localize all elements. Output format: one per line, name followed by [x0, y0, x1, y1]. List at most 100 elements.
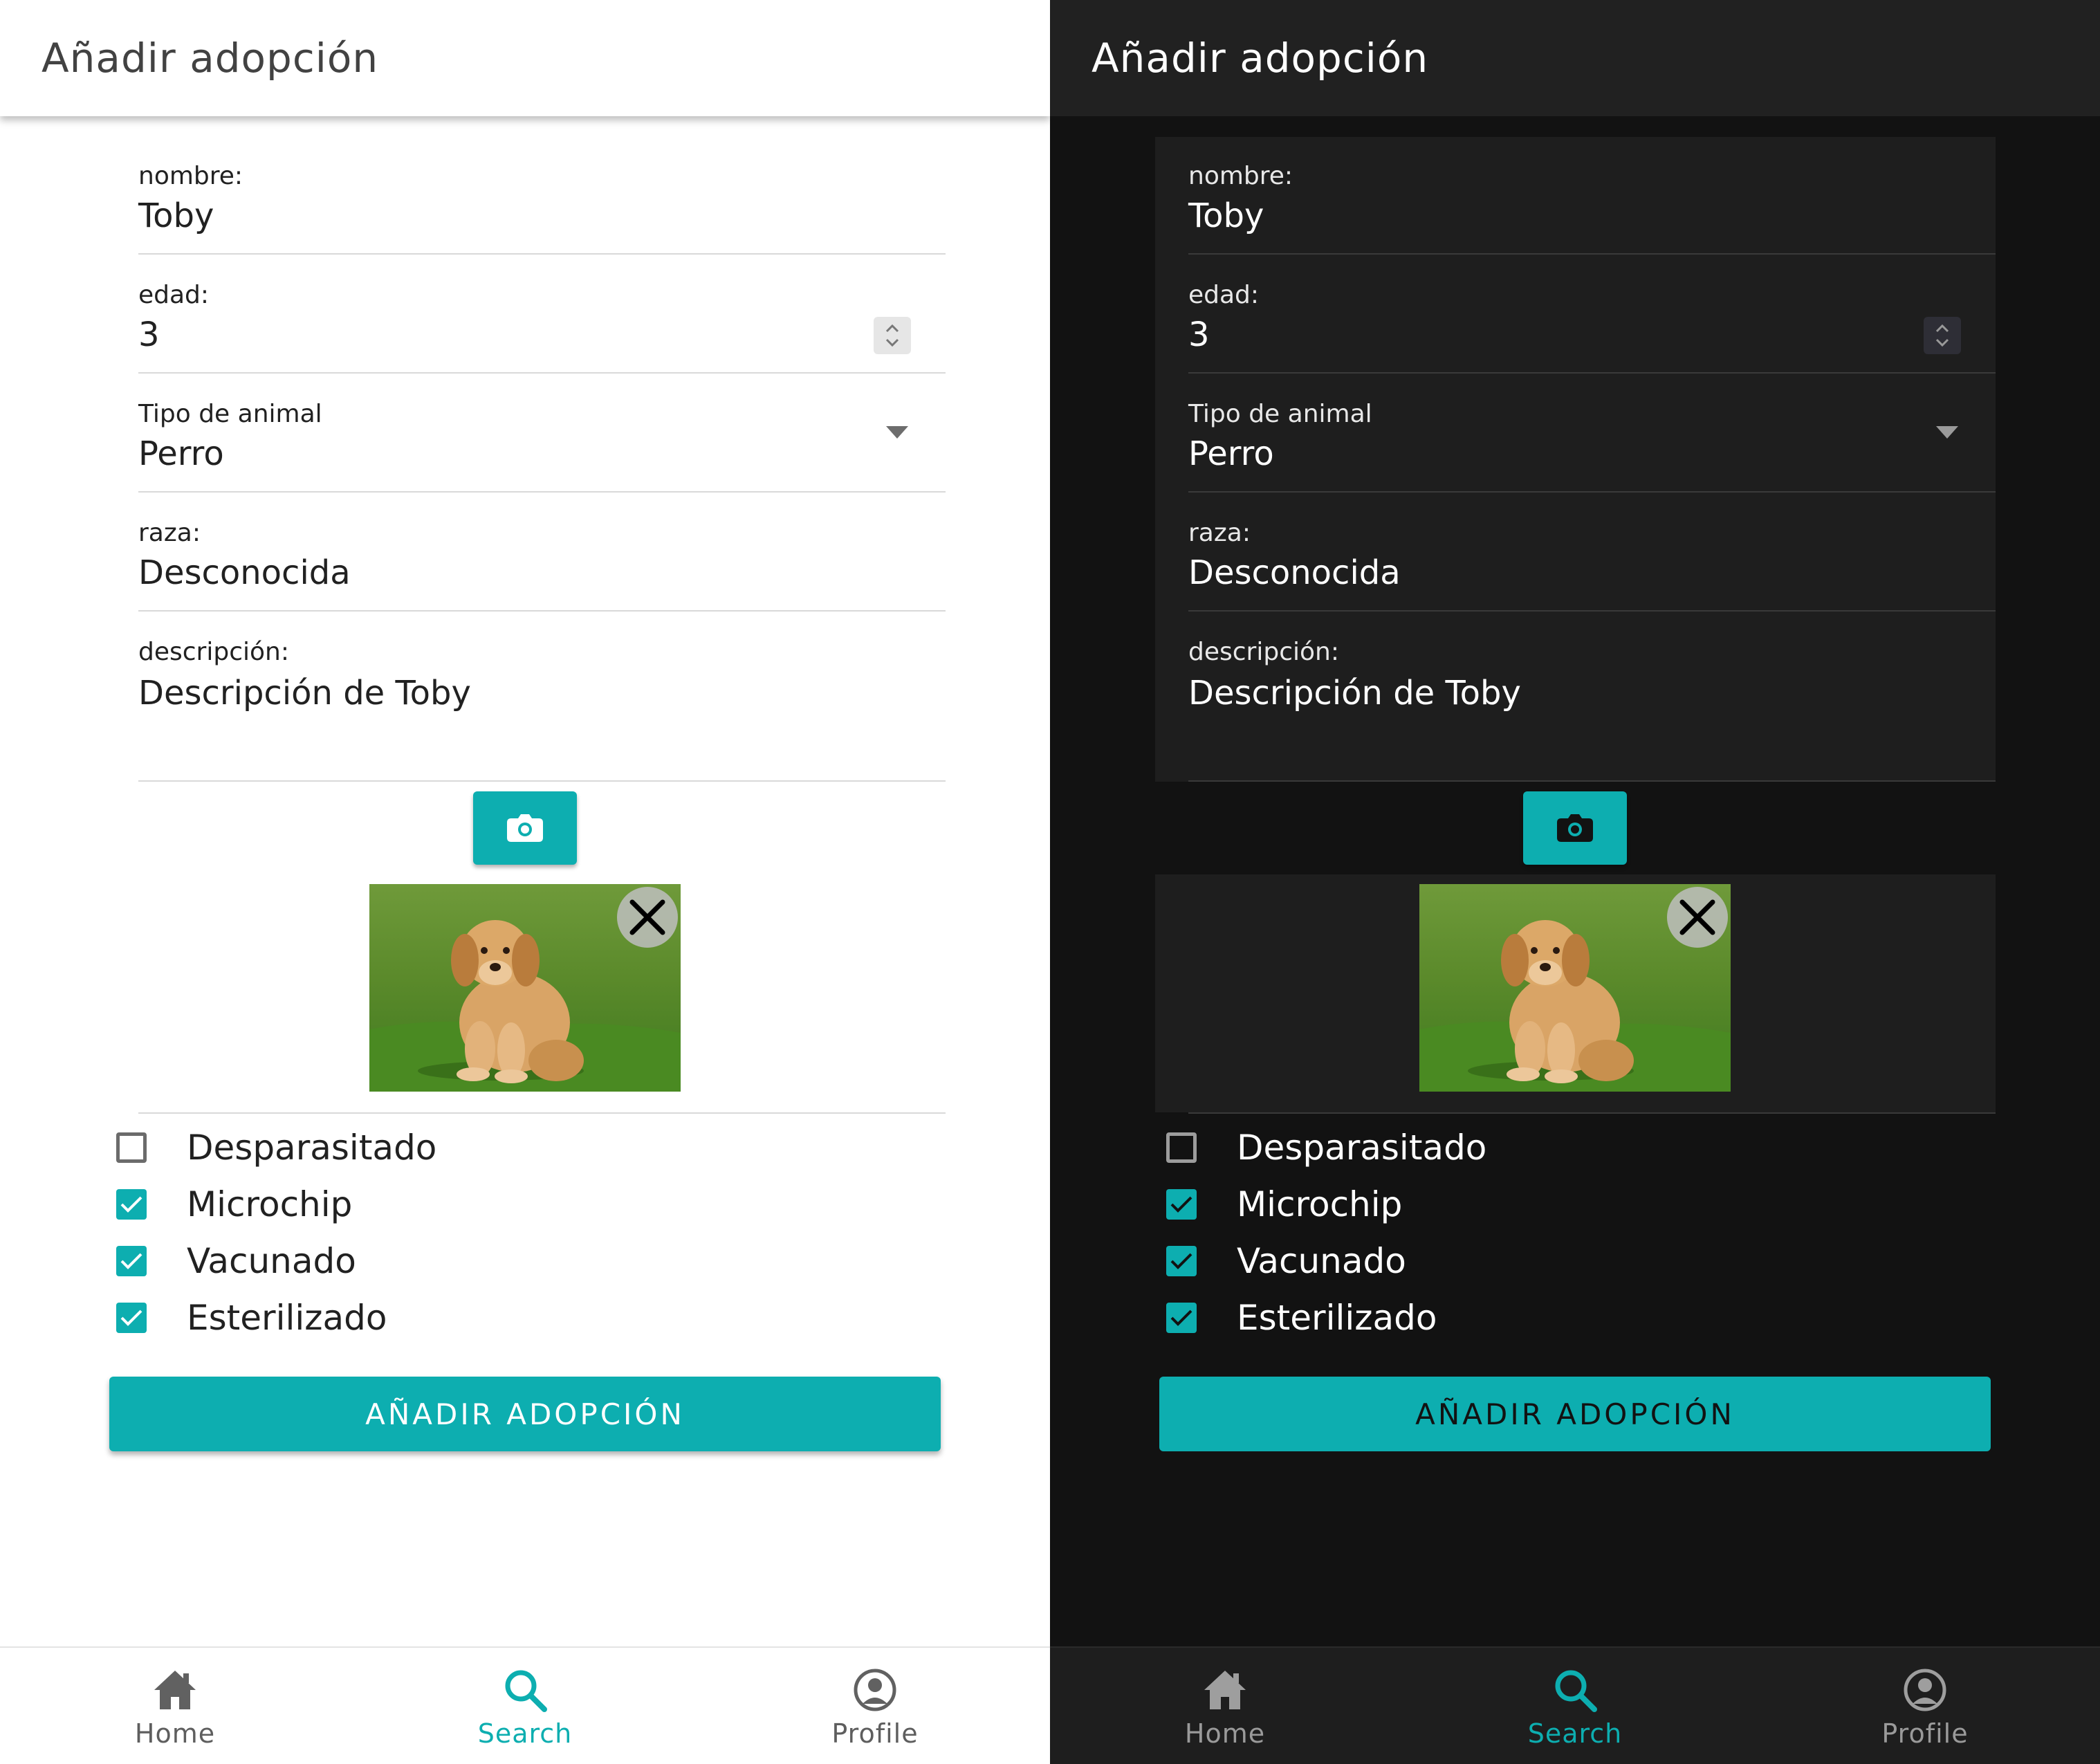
camera-button[interactable] — [1523, 791, 1627, 865]
checkbox-label: Esterilizado — [187, 1298, 387, 1338]
checkmark-icon — [120, 1253, 142, 1269]
tipo-animal-select[interactable]: Tipo de animal Perro — [138, 393, 946, 493]
checkbox-label: Vacunado — [187, 1241, 356, 1281]
camera-button[interactable] — [473, 791, 577, 865]
add-adoption-button[interactable]: AÑADIR ADOPCIÓN — [1159, 1377, 1991, 1451]
edad-label: edad: — [1188, 281, 1260, 309]
checkbox-label: Desparasitado — [1237, 1128, 1487, 1168]
light-theme-panel: Añadir adopción nombre: Toby edad: 3 Tip… — [0, 0, 1050, 1764]
nombre-field[interactable]: nombre: Toby — [1188, 155, 1996, 255]
descripcion-label: descripción: — [138, 638, 289, 666]
search-icon — [501, 1666, 549, 1714]
descripcion-textarea[interactable]: Descripción de Toby — [1188, 674, 1521, 713]
edad-label: edad: — [138, 281, 210, 309]
checkbox-label: Vacunado — [1237, 1241, 1406, 1281]
nombre-field[interactable]: nombre: Toby — [138, 155, 946, 255]
checkbox-vacunado[interactable] — [116, 1246, 147, 1276]
checkbox-esterilizado[interactable] — [116, 1303, 147, 1333]
checkbox-row-desparasitado[interactable]: Desparasitado — [1166, 1123, 1486, 1172]
raza-label: raza: — [1188, 519, 1251, 547]
field-underline — [1188, 780, 1996, 782]
checkbox-desparasitado[interactable] — [1166, 1132, 1197, 1163]
checkbox-label: Microchip — [187, 1184, 353, 1224]
app-bar: Añadir adopción — [0, 0, 1050, 116]
home-icon — [151, 1666, 199, 1714]
checkbox-row-vacunado[interactable]: Vacunado — [1166, 1237, 1406, 1285]
nav-profile[interactable]: Profile — [700, 1648, 1050, 1764]
nombre-input[interactable]: Toby — [1188, 196, 1264, 235]
checkmark-icon — [1170, 1253, 1192, 1269]
nombre-input[interactable]: Toby — [138, 196, 214, 235]
section-divider — [138, 1112, 946, 1114]
checkbox-row-esterilizado[interactable]: Esterilizado — [1166, 1294, 1437, 1342]
stepper-arrows-icon — [885, 324, 899, 347]
tipo-animal-select[interactable]: Tipo de animal Perro — [1188, 393, 1996, 493]
raza-input[interactable]: Desconocida — [1188, 553, 1401, 592]
checkbox-row-desparasitado[interactable]: Desparasitado — [116, 1123, 436, 1172]
remove-photo-button[interactable] — [1667, 887, 1728, 948]
edad-field[interactable]: edad: 3 — [138, 274, 946, 374]
camera-icon — [507, 814, 543, 842]
descripcion-label: descripción: — [1188, 638, 1339, 666]
checkbox-row-vacunado[interactable]: Vacunado — [116, 1237, 356, 1285]
checkbox-label: Esterilizado — [1237, 1298, 1437, 1338]
raza-label: raza: — [138, 519, 201, 547]
field-underline — [1188, 372, 1996, 374]
dropdown-arrow-icon — [1936, 426, 1958, 439]
edad-field[interactable]: edad: 3 — [1188, 274, 1996, 374]
edad-input[interactable]: 3 — [1188, 315, 1210, 354]
checkmark-icon — [120, 1310, 142, 1326]
checkbox-microchip[interactable] — [116, 1189, 147, 1220]
checkbox-desparasitado[interactable] — [116, 1132, 147, 1163]
raza-field[interactable]: raza: Desconocida — [138, 512, 946, 612]
app-bar: Añadir adopción — [1050, 0, 2100, 116]
nav-label: Search — [1527, 1718, 1623, 1749]
home-icon — [1201, 1666, 1249, 1714]
tipo-animal-value: Perro — [138, 434, 224, 473]
field-underline — [138, 610, 946, 612]
number-stepper[interactable] — [874, 317, 911, 354]
dropdown-arrow-icon — [886, 426, 908, 439]
tipo-animal-label: Tipo de animal — [1188, 400, 1372, 428]
nav-profile[interactable]: Profile — [1750, 1648, 2100, 1764]
checkbox-esterilizado[interactable] — [1166, 1303, 1197, 1333]
checkbox-vacunado[interactable] — [1166, 1246, 1197, 1276]
descripcion-field[interactable]: descripción: Descripción de Toby — [1188, 631, 1996, 783]
pet-photo — [369, 884, 681, 1092]
page-title: Añadir adopción — [1092, 35, 1429, 82]
descripcion-field[interactable]: descripción: Descripción de Toby — [138, 631, 946, 783]
nav-search[interactable]: Search — [1400, 1648, 1750, 1764]
field-underline — [138, 372, 946, 374]
field-underline — [1188, 491, 1996, 493]
descripcion-textarea[interactable]: Descripción de Toby — [138, 674, 471, 713]
raza-field[interactable]: raza: Desconocida — [1188, 512, 1996, 612]
close-icon — [629, 899, 665, 935]
nav-home[interactable]: Home — [0, 1648, 350, 1764]
checkbox-row-microchip[interactable]: Microchip — [1166, 1180, 1402, 1229]
checkbox-row-microchip[interactable]: Microchip — [116, 1180, 352, 1229]
edad-input[interactable]: 3 — [138, 315, 160, 354]
number-stepper[interactable] — [1924, 317, 1961, 354]
camera-icon — [1557, 814, 1593, 842]
raza-input[interactable]: Desconocida — [138, 553, 351, 592]
add-adoption-button[interactable]: AÑADIR ADOPCIÓN — [109, 1377, 941, 1451]
checkbox-microchip[interactable] — [1166, 1189, 1197, 1220]
checkbox-label: Desparasitado — [187, 1128, 437, 1168]
bottom-nav: Home Search Profile — [1050, 1646, 2100, 1764]
nav-home[interactable]: Home — [1050, 1648, 1400, 1764]
nav-label: Profile — [831, 1718, 919, 1749]
checkbox-label: Microchip — [1237, 1184, 1403, 1224]
field-underline — [138, 780, 946, 782]
checkmark-icon — [120, 1196, 142, 1213]
checkbox-row-esterilizado[interactable]: Esterilizado — [116, 1294, 387, 1342]
remove-photo-button[interactable] — [617, 887, 678, 948]
dark-theme-panel: Añadir adopción nombre: Toby edad: 3 Tip… — [1050, 0, 2100, 1764]
nav-label: Home — [134, 1718, 216, 1749]
nav-search[interactable]: Search — [350, 1648, 700, 1764]
nav-label: Home — [1184, 1718, 1266, 1749]
pet-photo — [1419, 884, 1731, 1092]
tipo-animal-value: Perro — [1188, 434, 1274, 473]
profile-icon — [1901, 1666, 1949, 1714]
section-divider — [1188, 1112, 1996, 1114]
search-icon — [1551, 1666, 1599, 1714]
